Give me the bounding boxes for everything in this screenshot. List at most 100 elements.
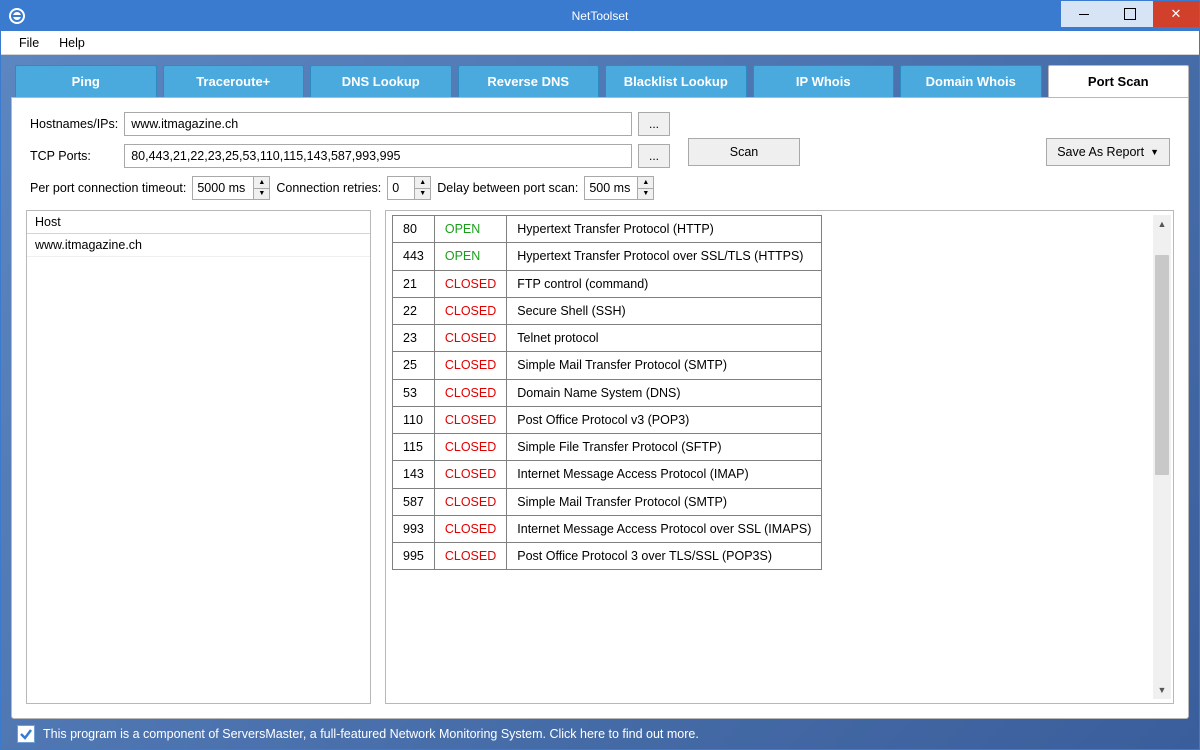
tab-reverse-dns[interactable]: Reverse DNS: [458, 65, 600, 97]
footer-checkbox[interactable]: [17, 725, 35, 743]
timeout-input[interactable]: [193, 177, 253, 199]
host-row[interactable]: www.itmagazine.ch: [27, 234, 370, 257]
result-panel: 80OPENHypertext Transfer Protocol (HTTP)…: [385, 210, 1174, 704]
maximize-button[interactable]: [1107, 1, 1153, 27]
port-cell: 80: [393, 216, 435, 243]
spin-up-icon[interactable]: ▲: [415, 177, 430, 189]
timeout-label: Per port connection timeout:: [30, 181, 186, 195]
menubar: File Help: [1, 31, 1199, 55]
hostnames-browse-button[interactable]: ...: [638, 112, 670, 136]
tcp-ports-input[interactable]: [124, 144, 632, 168]
status-cell: CLOSED: [434, 434, 506, 461]
table-row[interactable]: 443OPENHypertext Transfer Protocol over …: [393, 243, 822, 270]
tcp-ports-label: TCP Ports:: [30, 149, 118, 163]
client-area: Ping Traceroute+ DNS Lookup Reverse DNS …: [1, 55, 1199, 749]
tab-ping[interactable]: Ping: [15, 65, 157, 97]
menu-help[interactable]: Help: [49, 36, 95, 50]
retries-spinner[interactable]: ▲▼: [387, 176, 431, 200]
port-cell: 53: [393, 379, 435, 406]
tab-traceroute[interactable]: Traceroute+: [163, 65, 305, 97]
scroll-thumb[interactable]: [1155, 255, 1169, 475]
description-cell: Hypertext Transfer Protocol (HTTP): [507, 216, 822, 243]
table-row[interactable]: 53CLOSEDDomain Name System (DNS): [393, 379, 822, 406]
table-row[interactable]: 80OPENHypertext Transfer Protocol (HTTP): [393, 216, 822, 243]
vertical-scrollbar[interactable]: ▲ ▼: [1153, 215, 1171, 699]
table-row[interactable]: 993CLOSEDInternet Message Access Protoco…: [393, 515, 822, 542]
table-row[interactable]: 115CLOSEDSimple File Transfer Protocol (…: [393, 434, 822, 461]
status-cell: CLOSED: [434, 515, 506, 542]
status-cell: CLOSED: [434, 379, 506, 406]
port-cell: 110: [393, 406, 435, 433]
table-row[interactable]: 110CLOSEDPost Office Protocol v3 (POP3): [393, 406, 822, 433]
delay-spinner[interactable]: ▲▼: [584, 176, 654, 200]
tab-ip-whois[interactable]: IP Whois: [753, 65, 895, 97]
caret-down-icon: ▼: [1150, 147, 1159, 157]
minimize-button[interactable]: [1061, 1, 1107, 27]
save-as-report-button[interactable]: Save As Report ▼: [1046, 138, 1170, 166]
port-cell: 21: [393, 270, 435, 297]
port-cell: 143: [393, 461, 435, 488]
form-area: Hostnames/IPs: ... TCP Ports: ... Per po…: [12, 98, 1188, 210]
host-header: Host: [27, 211, 370, 234]
description-cell: Internet Message Access Protocol over SS…: [507, 515, 822, 542]
footer: This program is a component of ServersMa…: [11, 719, 1189, 749]
spin-down-icon[interactable]: ▼: [254, 189, 269, 200]
titlebar[interactable]: NetToolset: [1, 1, 1199, 31]
retries-input[interactable]: [388, 177, 414, 199]
status-cell: OPEN: [434, 243, 506, 270]
status-cell: CLOSED: [434, 543, 506, 570]
description-cell: Telnet protocol: [507, 325, 822, 352]
spin-up-icon[interactable]: ▲: [638, 177, 653, 189]
description-cell: Domain Name System (DNS): [507, 379, 822, 406]
table-row[interactable]: 21CLOSEDFTP control (command): [393, 270, 822, 297]
port-cell: 443: [393, 243, 435, 270]
tab-dns-lookup[interactable]: DNS Lookup: [310, 65, 452, 97]
status-cell: CLOSED: [434, 297, 506, 324]
table-row[interactable]: 22CLOSEDSecure Shell (SSH): [393, 297, 822, 324]
table-row[interactable]: 143CLOSEDInternet Message Access Protoco…: [393, 461, 822, 488]
form-right: Scan Save As Report ▼: [688, 112, 1170, 166]
save-button-label: Save As Report: [1057, 145, 1144, 159]
window-title: NetToolset: [1, 9, 1199, 23]
hostnames-input[interactable]: [124, 112, 632, 136]
port-table: 80OPENHypertext Transfer Protocol (HTTP)…: [392, 215, 822, 570]
port-cell: 23: [393, 325, 435, 352]
table-row[interactable]: 587CLOSEDSimple Mail Transfer Protocol (…: [393, 488, 822, 515]
table-row[interactable]: 25CLOSEDSimple Mail Transfer Protocol (S…: [393, 352, 822, 379]
spin-down-icon[interactable]: ▼: [638, 189, 653, 200]
close-button[interactable]: [1153, 1, 1199, 27]
description-cell: Post Office Protocol v3 (POP3): [507, 406, 822, 433]
spin-down-icon[interactable]: ▼: [415, 189, 430, 200]
menu-file[interactable]: File: [9, 36, 49, 50]
port-cell: 587: [393, 488, 435, 515]
port-cell: 22: [393, 297, 435, 324]
spin-up-icon[interactable]: ▲: [254, 177, 269, 189]
host-panel: Host www.itmagazine.ch: [26, 210, 371, 704]
tab-port-scan[interactable]: Port Scan: [1048, 65, 1190, 97]
description-cell: Secure Shell (SSH): [507, 297, 822, 324]
scan-button[interactable]: Scan: [688, 138, 800, 166]
content-split: Host www.itmagazine.ch 80OPENHypertext T…: [12, 210, 1188, 718]
delay-input[interactable]: [585, 177, 637, 199]
description-cell: Internet Message Access Protocol (IMAP): [507, 461, 822, 488]
scroll-up-icon[interactable]: ▲: [1153, 215, 1171, 233]
form-left: Hostnames/IPs: ... TCP Ports: ... Per po…: [30, 112, 670, 200]
window-controls: [1061, 1, 1199, 31]
description-cell: Simple Mail Transfer Protocol (SMTP): [507, 352, 822, 379]
scroll-down-icon[interactable]: ▼: [1153, 681, 1171, 699]
status-cell: CLOSED: [434, 488, 506, 515]
timeout-spinner[interactable]: ▲▼: [192, 176, 270, 200]
table-row[interactable]: 995CLOSEDPost Office Protocol 3 over TLS…: [393, 543, 822, 570]
tcp-ports-browse-button[interactable]: ...: [638, 144, 670, 168]
status-cell: CLOSED: [434, 352, 506, 379]
description-cell: FTP control (command): [507, 270, 822, 297]
tab-domain-whois[interactable]: Domain Whois: [900, 65, 1042, 97]
footer-text[interactable]: This program is a component of ServersMa…: [43, 727, 699, 741]
tab-blacklist[interactable]: Blacklist Lookup: [605, 65, 747, 97]
table-row[interactable]: 23CLOSEDTelnet protocol: [393, 325, 822, 352]
port-cell: 993: [393, 515, 435, 542]
status-cell: CLOSED: [434, 270, 506, 297]
status-cell: CLOSED: [434, 406, 506, 433]
port-cell: 25: [393, 352, 435, 379]
app-window: NetToolset File Help Ping Traceroute+ DN…: [0, 0, 1200, 750]
